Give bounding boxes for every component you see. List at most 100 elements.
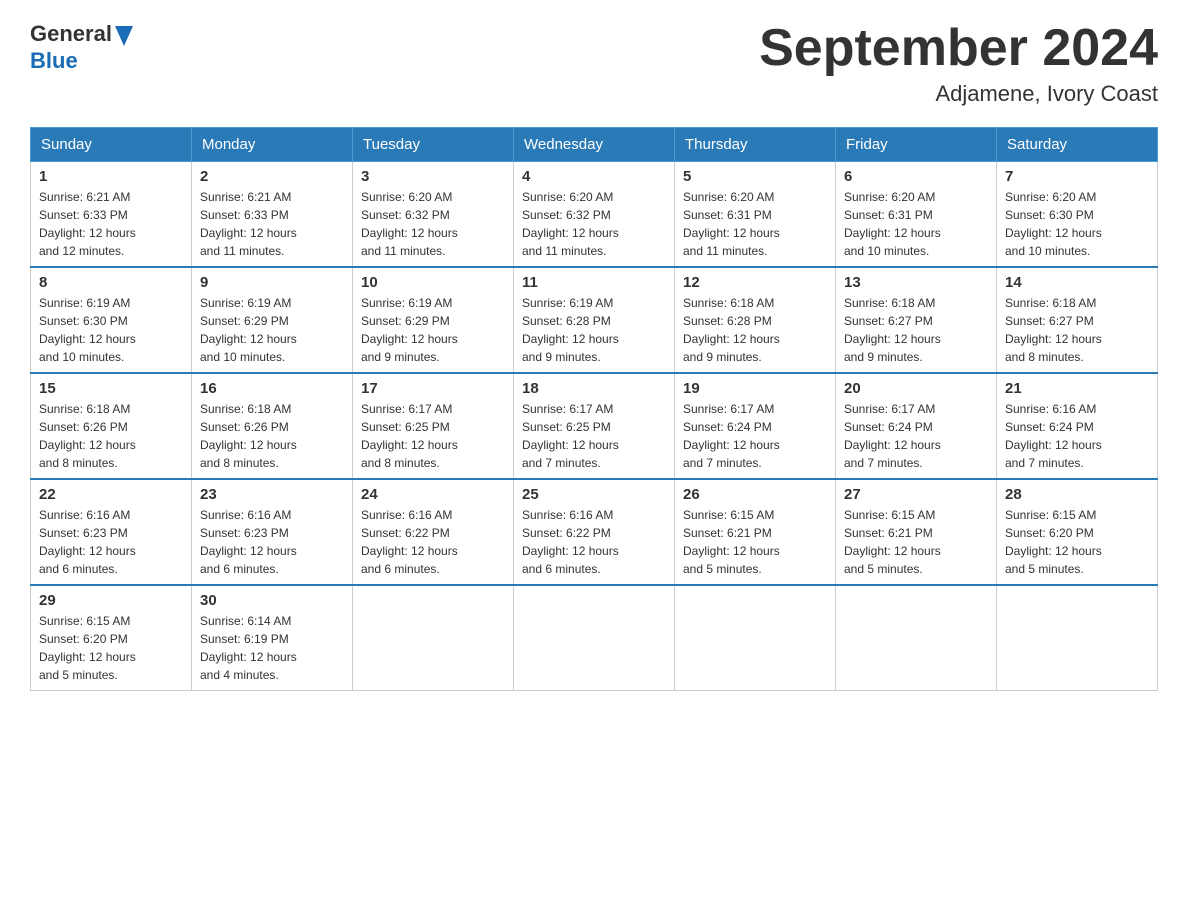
- calendar-cell: 16 Sunrise: 6:18 AM Sunset: 6:26 PM Dayli…: [192, 373, 353, 479]
- day-number: 14: [1005, 274, 1149, 291]
- day-info: Sunrise: 6:18 AM Sunset: 6:27 PM Dayligh…: [1005, 294, 1149, 366]
- calendar-cell: 13Sunrise: 6:18 AM Sunset: 6:27 PM Dayli…: [836, 267, 997, 373]
- calendar-cell: 25Sunrise: 6:16 AM Sunset: 6:22 PM Dayli…: [514, 479, 675, 585]
- calendar-cell: 8 Sunrise: 6:19 AM Sunset: 6:30 PM Daylig…: [31, 267, 192, 373]
- day-info: Sunrise: 6:15 AM Sunset: 6:20 PM Dayligh…: [39, 612, 183, 684]
- logo-text-blue: Blue: [30, 48, 133, 74]
- calendar-cell: 7 Sunrise: 6:20 AM Sunset: 6:30 PM Daylig…: [997, 162, 1158, 268]
- week-row-5: 29 Sunrise: 6:15 AM Sunset: 6:20 PM Dayli…: [31, 585, 1158, 691]
- day-info: Sunrise: 6:21 AM Sunset: 6:33 PM Dayligh…: [200, 188, 344, 260]
- week-row-3: 15Sunrise: 6:18 AM Sunset: 6:26 PM Dayli…: [31, 373, 1158, 479]
- calendar-cell: 26Sunrise: 6:15 AM Sunset: 6:21 PM Dayli…: [675, 479, 836, 585]
- weekday-header-monday: Monday: [192, 128, 353, 162]
- day-info: Sunrise: 6:20 AM Sunset: 6:30 PM Dayligh…: [1005, 188, 1149, 260]
- calendar-cell: 29 Sunrise: 6:15 AM Sunset: 6:20 PM Dayli…: [31, 585, 192, 691]
- calendar-cell: 1 Sunrise: 6:21 AM Sunset: 6:33 PM Daylig…: [31, 162, 192, 268]
- day-info: Sunrise: 6:19 AM Sunset: 6:30 PM Dayligh…: [39, 294, 183, 366]
- day-number: 7: [1005, 168, 1149, 185]
- week-row-2: 8 Sunrise: 6:19 AM Sunset: 6:30 PM Daylig…: [31, 267, 1158, 373]
- day-number: 25: [522, 486, 666, 503]
- day-info: Sunrise: 6:21 AM Sunset: 6:33 PM Dayligh…: [39, 188, 183, 260]
- day-number: 21: [1005, 380, 1149, 397]
- day-number: 16: [200, 380, 344, 397]
- page-subtitle: Adjamene, Ivory Coast: [759, 81, 1158, 107]
- calendar-cell: 23 Sunrise: 6:16 AM Sunset: 6:23 PM Dayli…: [192, 479, 353, 585]
- calendar-cell: [836, 585, 997, 691]
- day-number: 20: [844, 380, 988, 397]
- weekday-header-sunday: Sunday: [31, 128, 192, 162]
- calendar-cell: 19 Sunrise: 6:17 AM Sunset: 6:24 PM Dayli…: [675, 373, 836, 479]
- day-info: Sunrise: 6:19 AM Sunset: 6:29 PM Dayligh…: [361, 294, 505, 366]
- day-info: Sunrise: 6:16 AM Sunset: 6:22 PM Dayligh…: [361, 506, 505, 578]
- day-info: Sunrise: 6:16 AM Sunset: 6:23 PM Dayligh…: [39, 506, 183, 578]
- calendar-cell: 17 Sunrise: 6:17 AM Sunset: 6:25 PM Dayli…: [353, 373, 514, 479]
- day-info: Sunrise: 6:18 AM Sunset: 6:28 PM Dayligh…: [683, 294, 827, 366]
- day-info: Sunrise: 6:19 AM Sunset: 6:28 PM Dayligh…: [522, 294, 666, 366]
- calendar-cell: 12 Sunrise: 6:18 AM Sunset: 6:28 PM Dayli…: [675, 267, 836, 373]
- title-block: September 2024 Adjamene, Ivory Coast: [759, 20, 1158, 107]
- day-number: 19: [683, 380, 827, 397]
- day-number: 2: [200, 168, 344, 185]
- calendar-cell: [514, 585, 675, 691]
- day-info: Sunrise: 6:17 AM Sunset: 6:24 PM Dayligh…: [683, 400, 827, 472]
- day-info: Sunrise: 6:16 AM Sunset: 6:24 PM Dayligh…: [1005, 400, 1149, 472]
- calendar-cell: 30Sunrise: 6:14 AM Sunset: 6:19 PM Dayli…: [192, 585, 353, 691]
- day-number: 22: [39, 486, 183, 503]
- day-info: Sunrise: 6:20 AM Sunset: 6:31 PM Dayligh…: [844, 188, 988, 260]
- day-number: 11: [522, 274, 666, 291]
- weekday-header-friday: Friday: [836, 128, 997, 162]
- page-title: September 2024: [759, 20, 1158, 77]
- day-info: Sunrise: 6:18 AM Sunset: 6:27 PM Dayligh…: [844, 294, 988, 366]
- calendar-cell: 10 Sunrise: 6:19 AM Sunset: 6:29 PM Dayli…: [353, 267, 514, 373]
- day-info: Sunrise: 6:20 AM Sunset: 6:32 PM Dayligh…: [522, 188, 666, 260]
- logo-triangle-icon: [115, 22, 133, 48]
- day-number: 23: [200, 486, 344, 503]
- page-header: General Blue September 2024 Adjamene, Iv…: [30, 20, 1158, 107]
- day-number: 12: [683, 274, 827, 291]
- day-number: 27: [844, 486, 988, 503]
- day-info: Sunrise: 6:14 AM Sunset: 6:19 PM Dayligh…: [200, 612, 344, 684]
- day-number: 6: [844, 168, 988, 185]
- calendar-cell: 24 Sunrise: 6:16 AM Sunset: 6:22 PM Dayli…: [353, 479, 514, 585]
- calendar-cell: [997, 585, 1158, 691]
- day-info: Sunrise: 6:20 AM Sunset: 6:31 PM Dayligh…: [683, 188, 827, 260]
- logo: General Blue: [30, 20, 133, 74]
- calendar-cell: 15Sunrise: 6:18 AM Sunset: 6:26 PM Dayli…: [31, 373, 192, 479]
- calendar-header: SundayMondayTuesdayWednesdayThursdayFrid…: [31, 128, 1158, 162]
- calendar-cell: 5 Sunrise: 6:20 AM Sunset: 6:31 PM Daylig…: [675, 162, 836, 268]
- calendar-cell: [675, 585, 836, 691]
- day-info: Sunrise: 6:18 AM Sunset: 6:26 PM Dayligh…: [39, 400, 183, 472]
- calendar-cell: [353, 585, 514, 691]
- day-number: 18: [522, 380, 666, 397]
- calendar-cell: 11 Sunrise: 6:19 AM Sunset: 6:28 PM Dayli…: [514, 267, 675, 373]
- day-info: Sunrise: 6:17 AM Sunset: 6:25 PM Dayligh…: [522, 400, 666, 472]
- day-info: Sunrise: 6:18 AM Sunset: 6:26 PM Dayligh…: [200, 400, 344, 472]
- day-number: 1: [39, 168, 183, 185]
- weekday-header-thursday: Thursday: [675, 128, 836, 162]
- day-number: 10: [361, 274, 505, 291]
- week-row-1: 1 Sunrise: 6:21 AM Sunset: 6:33 PM Daylig…: [31, 162, 1158, 268]
- calendar-cell: 21 Sunrise: 6:16 AM Sunset: 6:24 PM Dayli…: [997, 373, 1158, 479]
- day-number: 4: [522, 168, 666, 185]
- weekday-header-saturday: Saturday: [997, 128, 1158, 162]
- day-info: Sunrise: 6:15 AM Sunset: 6:20 PM Dayligh…: [1005, 506, 1149, 578]
- day-number: 5: [683, 168, 827, 185]
- day-number: 24: [361, 486, 505, 503]
- calendar-cell: 28 Sunrise: 6:15 AM Sunset: 6:20 PM Dayli…: [997, 479, 1158, 585]
- calendar-cell: 22 Sunrise: 6:16 AM Sunset: 6:23 PM Dayli…: [31, 479, 192, 585]
- calendar-cell: 20Sunrise: 6:17 AM Sunset: 6:24 PM Dayli…: [836, 373, 997, 479]
- weekday-header-tuesday: Tuesday: [353, 128, 514, 162]
- day-number: 3: [361, 168, 505, 185]
- day-number: 28: [1005, 486, 1149, 503]
- header-row: SundayMondayTuesdayWednesdayThursdayFrid…: [31, 128, 1158, 162]
- day-number: 29: [39, 592, 183, 609]
- day-number: 9: [200, 274, 344, 291]
- day-info: Sunrise: 6:17 AM Sunset: 6:25 PM Dayligh…: [361, 400, 505, 472]
- day-number: 8: [39, 274, 183, 291]
- day-info: Sunrise: 6:15 AM Sunset: 6:21 PM Dayligh…: [683, 506, 827, 578]
- logo-text-general: General: [30, 22, 112, 46]
- calendar-cell: 3Sunrise: 6:20 AM Sunset: 6:32 PM Daylig…: [353, 162, 514, 268]
- day-info: Sunrise: 6:16 AM Sunset: 6:23 PM Dayligh…: [200, 506, 344, 578]
- weekday-header-wednesday: Wednesday: [514, 128, 675, 162]
- day-number: 17: [361, 380, 505, 397]
